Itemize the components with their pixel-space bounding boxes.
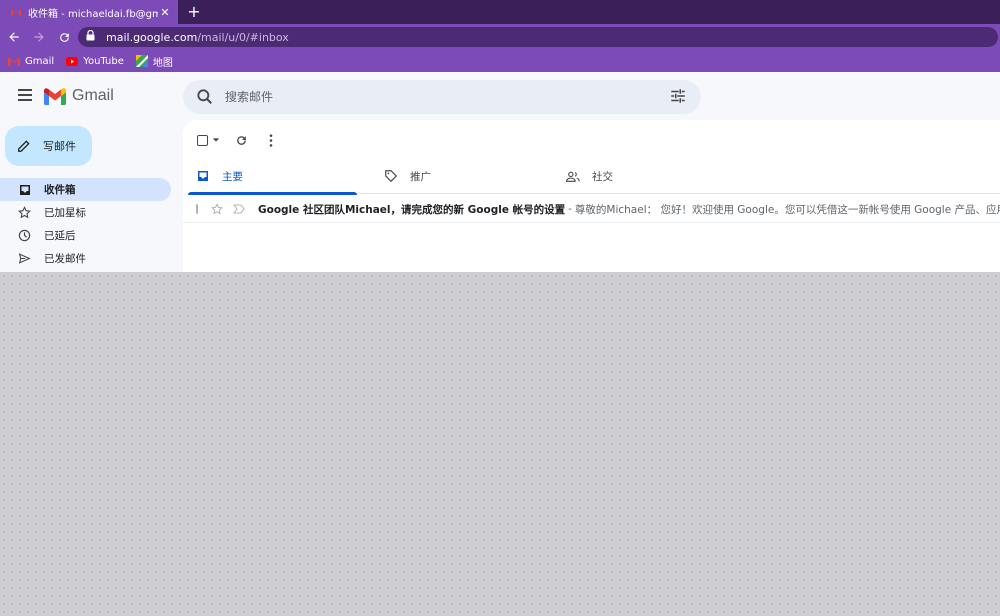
tab-label: 推广 [410, 170, 431, 183]
email-snippet: 尊敬的Michael： 您好！欢迎使用 Google。您可以凭借这一新帐号使用 … [574, 203, 1000, 216]
url-host: mail.google.com [106, 30, 198, 44]
select-all-checkbox[interactable] [195, 130, 221, 150]
tab-label: 社交 [592, 170, 613, 183]
send-icon [18, 252, 31, 265]
bookmark-gmail[interactable]: Gmail [8, 55, 54, 67]
youtube-icon [66, 55, 79, 67]
sidebar-item-starred[interactable]: 已加星标 [0, 201, 171, 224]
chevron-down-icon [212, 138, 219, 142]
search-icon[interactable] [195, 87, 215, 107]
gmail-m-icon [44, 87, 66, 105]
email-sender: Google 社区团队 [258, 203, 345, 216]
browser-tab-inbox[interactable]: 收件箱 - michaeldai.fb@gmail.com ✕ [0, 0, 178, 24]
tab-strip: 收件箱 - michaeldai.fb@gmail.com ✕ + [0, 0, 1000, 24]
tab-promotions[interactable]: 推广 [376, 158, 556, 194]
bookmarks-bar: Gmail YouTube 地图 [0, 50, 1000, 72]
sidebar-item-label: 已延后 [44, 230, 76, 242]
maps-icon [135, 55, 148, 67]
address-bar[interactable]: mail.google.com/mail/u/0/#inbox [78, 27, 998, 47]
bookmark-youtube[interactable]: YouTube [66, 55, 124, 67]
mail-list-panel: 主要 推广 社交 Google 社区团队 Michael，请完成您的新 Goog… [183, 120, 1000, 272]
inbox-icon [196, 169, 210, 183]
inbox-category-tabs: 主要 推广 社交 [188, 158, 1000, 195]
tag-icon [384, 169, 398, 183]
bookmark-label: YouTube [83, 55, 124, 67]
refresh-button[interactable] [231, 130, 251, 150]
gmail-app: Gmail 写邮件 收件箱 [0, 72, 1000, 272]
gmail-header: Gmail [0, 72, 1000, 122]
people-icon [566, 169, 580, 183]
tab-primary[interactable]: 主要 [188, 158, 357, 195]
clock-icon [18, 229, 31, 242]
bookmark-label: 地图 [152, 57, 173, 69]
refresh-icon [236, 135, 246, 145]
main-menu-icon[interactable] [14, 86, 36, 108]
more-vert-icon [269, 133, 273, 147]
pencil-icon [17, 139, 31, 153]
tab-social[interactable]: 社交 [558, 158, 738, 194]
checkbox-icon [196, 134, 208, 146]
search-input[interactable] [225, 90, 669, 104]
compose-button[interactable]: 写邮件 [5, 126, 92, 166]
forward-icon[interactable] [28, 26, 50, 48]
search-options-icon[interactable] [669, 87, 689, 107]
browser-window: 收件箱 - michaeldai.fb@gmail.com ✕ + mail.g… [0, 0, 1000, 272]
lock-icon [86, 29, 98, 44]
sidebar-item-snoozed[interactable]: 已延后 [0, 224, 171, 247]
gmail-icon [8, 55, 20, 67]
important-marker-icon[interactable] [233, 203, 245, 215]
sidebar-item-drafts[interactable]: 草 [0, 270, 171, 272]
sidebar-item-label: 收件箱 [44, 184, 76, 196]
bookmark-label: Gmail [25, 55, 55, 67]
url-path: /mail/u/0/#inbox [197, 30, 289, 44]
bookmark-maps[interactable]: 地图 [135, 54, 173, 69]
sidebar-item-label: 已加星标 [44, 207, 86, 219]
sidebar-nav: 收件箱 已加星标 已延后 已发邮件 [0, 178, 175, 272]
tab-label: 主要 [222, 170, 243, 183]
star-toggle-icon[interactable] [211, 203, 223, 215]
mail-toolbar [195, 130, 291, 150]
sidebar-item-label: 已发邮件 [44, 253, 86, 265]
tab-title: 收件箱 - michaeldai.fb@gmail.com [28, 8, 158, 20]
gmail-wordmark: Gmail [72, 87, 114, 104]
email-select-checkbox[interactable] [196, 204, 198, 214]
email-subject: Michael，请完成您的新 Google 帐号的设置 [344, 203, 566, 216]
sidebar-item-sent[interactable]: 已发邮件 [0, 247, 171, 270]
email-separator: - [568, 203, 572, 215]
email-row[interactable]: Google 社区团队 Michael，请完成您的新 Google 帐号的设置 … [183, 196, 1000, 223]
more-options-button[interactable] [261, 130, 281, 150]
sidebar-item-inbox[interactable]: 收件箱 [0, 178, 171, 201]
search-bar [183, 80, 701, 114]
reload-icon[interactable] [53, 26, 75, 48]
inbox-icon [18, 183, 31, 196]
tab-close-icon[interactable]: ✕ [158, 6, 172, 19]
star-icon [18, 206, 31, 219]
browser-toolbar: mail.google.com/mail/u/0/#inbox [0, 24, 1000, 50]
gmail-favicon-icon [10, 6, 22, 18]
new-tab-icon[interactable]: + [184, 2, 204, 22]
compose-label: 写邮件 [43, 140, 76, 153]
gmail-logo[interactable]: Gmail [44, 87, 114, 105]
back-icon[interactable] [3, 26, 25, 48]
